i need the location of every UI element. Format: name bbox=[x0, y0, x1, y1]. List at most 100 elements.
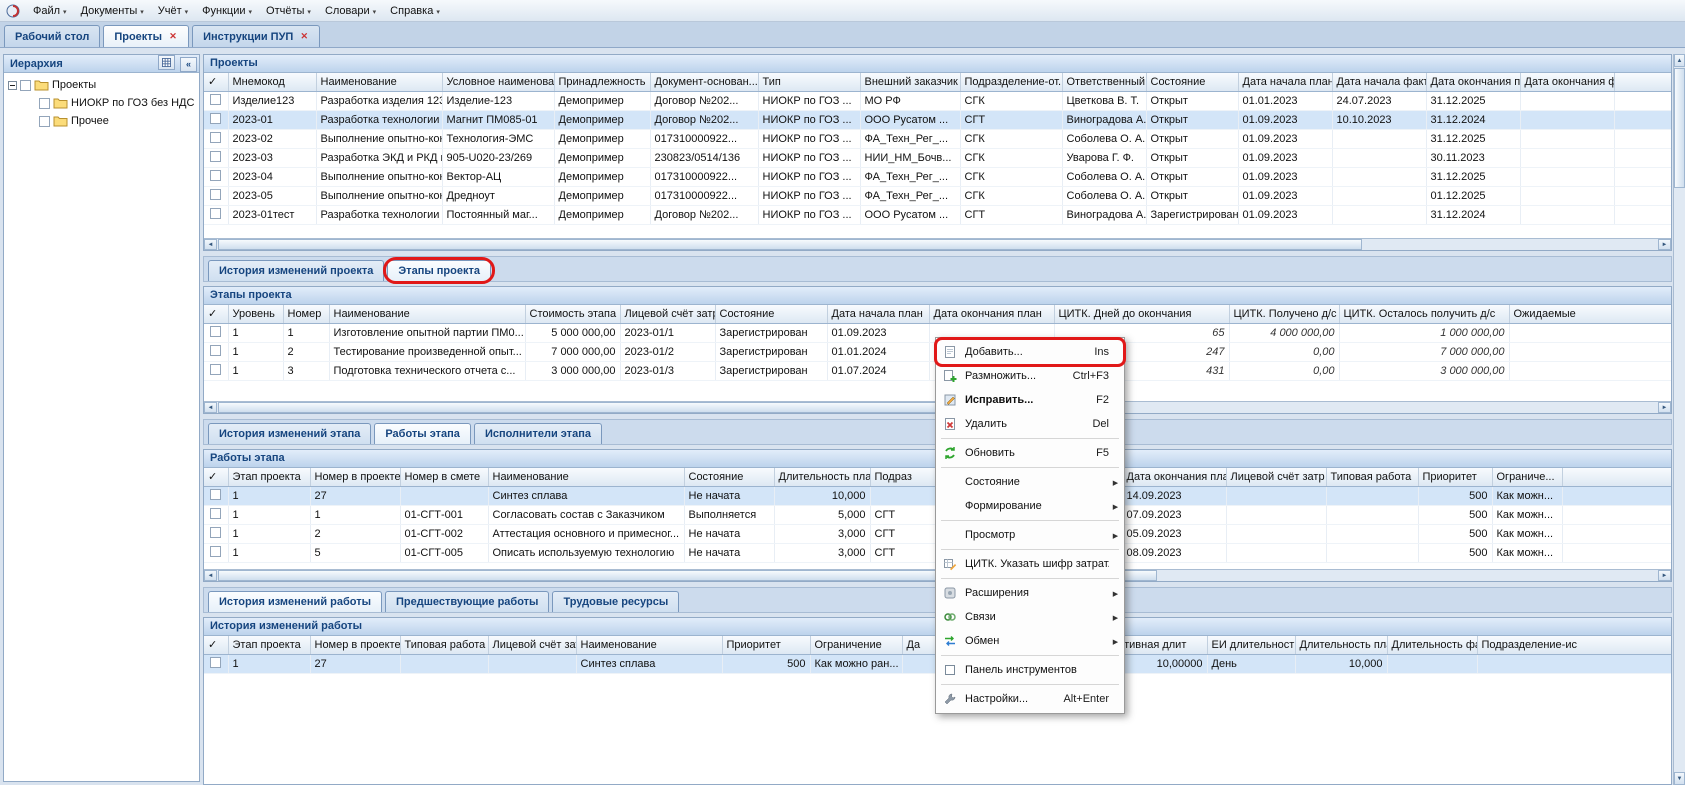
column-header[interactable] bbox=[1614, 73, 1671, 91]
column-header[interactable]: Этап проекта bbox=[228, 636, 310, 654]
column-header[interactable]: Состояние bbox=[1146, 73, 1238, 91]
row-checkbox[interactable] bbox=[210, 113, 221, 124]
context-menu-item[interactable]: Обмен bbox=[938, 629, 1122, 653]
context-menu-item[interactable]: ОбновитьF5 bbox=[938, 441, 1122, 465]
column-header[interactable]: Внешний заказчик bbox=[860, 73, 960, 91]
column-header[interactable]: Длительность пла bbox=[1295, 636, 1387, 654]
column-header[interactable]: Документ-основан... bbox=[650, 73, 758, 91]
row-checkbox[interactable] bbox=[210, 364, 221, 375]
column-header[interactable]: Уровень bbox=[228, 305, 283, 323]
row-checkbox[interactable] bbox=[210, 132, 221, 143]
table-row[interactable]: 2023-01Разработка технологии и...Магнит … bbox=[204, 110, 1671, 129]
column-header[interactable]: Дата начала план bbox=[827, 305, 929, 323]
context-menu-item[interactable]: Состояние bbox=[938, 470, 1122, 494]
column-header[interactable]: Состояние bbox=[715, 305, 827, 323]
row-checkbox[interactable] bbox=[210, 657, 221, 668]
column-header[interactable]: Дата окончания план bbox=[1122, 468, 1226, 486]
menubar-item[interactable]: Словари bbox=[318, 3, 383, 19]
row-checkbox[interactable] bbox=[210, 208, 221, 219]
row-checkbox[interactable] bbox=[210, 189, 221, 200]
context-menu-item[interactable]: Расширения bbox=[938, 581, 1122, 605]
column-header[interactable]: Лицевой счёт затрат. bbox=[620, 305, 715, 323]
context-menu-item[interactable]: Исправить...F2 bbox=[938, 388, 1122, 412]
column-header[interactable]: ЕИ длительности bbox=[1207, 636, 1295, 654]
scrollbar-track[interactable] bbox=[1363, 239, 1658, 250]
column-header[interactable]: Наименование bbox=[488, 468, 684, 486]
close-tab-icon[interactable] bbox=[299, 32, 309, 42]
column-header[interactable]: Наименование bbox=[316, 73, 442, 91]
column-header[interactable]: Этап проекта bbox=[228, 468, 310, 486]
hierarchy-grid-button[interactable] bbox=[158, 55, 175, 70]
column-header[interactable]: Условное наименова bbox=[442, 73, 554, 91]
column-header[interactable]: Длительность фак bbox=[1387, 636, 1477, 654]
table-row[interactable]: 2023-05Выполнение опытно-конс...Дредноут… bbox=[204, 186, 1671, 205]
column-header[interactable]: Состояние bbox=[684, 468, 774, 486]
subtab[interactable]: Этапы проекта bbox=[387, 260, 491, 281]
scroll-left-icon[interactable] bbox=[204, 570, 217, 581]
column-header[interactable]: Дата окончания план bbox=[929, 305, 1054, 323]
main-tab[interactable]: Проекты bbox=[103, 25, 189, 47]
column-header[interactable]: Приоритет bbox=[722, 636, 810, 654]
scrollbar-track[interactable] bbox=[1674, 189, 1685, 772]
menubar-item[interactable]: Файл bbox=[26, 3, 74, 19]
subtab[interactable]: Исполнители этапа bbox=[474, 423, 602, 444]
column-header[interactable]: Дата окончания ф... bbox=[1520, 73, 1614, 91]
column-header[interactable]: Типовая работа bbox=[1326, 468, 1418, 486]
context-menu-item[interactable]: Формирование bbox=[938, 494, 1122, 518]
context-menu-item[interactable]: Добавить...Ins bbox=[938, 340, 1122, 364]
scroll-right-icon[interactable] bbox=[1658, 402, 1671, 413]
main-tab[interactable]: Инструкции ПУП bbox=[192, 25, 320, 47]
context-menu-item[interactable]: ЦИТК. Указать шифр затрат... bbox=[938, 552, 1122, 576]
row-checkbox[interactable] bbox=[210, 326, 221, 337]
scroll-down-icon[interactable] bbox=[1674, 772, 1685, 785]
column-header[interactable]: Дата начала факт. bbox=[1332, 73, 1426, 91]
row-checkbox[interactable] bbox=[210, 94, 221, 105]
column-header[interactable]: ЦИТК. Получено д/с bbox=[1229, 305, 1339, 323]
row-checkbox[interactable] bbox=[210, 508, 221, 519]
column-header[interactable]: Ожидаемые bbox=[1509, 305, 1671, 323]
column-header[interactable]: ✓ bbox=[204, 305, 228, 323]
column-header[interactable]: Мнемокод bbox=[228, 73, 316, 91]
column-header[interactable]: Типовая работа bbox=[400, 636, 488, 654]
column-header[interactable]: Номер в проекте bbox=[310, 636, 400, 654]
subtab[interactable]: Работы этапа bbox=[374, 423, 471, 444]
scroll-left-icon[interactable] bbox=[204, 402, 217, 413]
scrollbar-track[interactable] bbox=[1158, 570, 1658, 581]
scrollbar-thumb[interactable] bbox=[218, 239, 1362, 250]
column-header[interactable]: Подразделение-ис bbox=[1477, 636, 1671, 654]
row-checkbox[interactable] bbox=[210, 151, 221, 162]
scrollbar-track[interactable] bbox=[1041, 402, 1658, 413]
collapse-node-icon[interactable] bbox=[8, 81, 17, 90]
subtab[interactable]: История изменений этапа bbox=[208, 423, 371, 444]
context-menu-item[interactable]: Панель инструментов bbox=[938, 658, 1122, 682]
table-row[interactable]: 2023-01тестРазработка технологии и...Пос… bbox=[204, 205, 1671, 224]
scroll-right-icon[interactable] bbox=[1658, 239, 1671, 250]
subtab[interactable]: Предшествующие работы bbox=[385, 591, 549, 612]
table-row[interactable]: 2023-03Разработка ЭКД и РКД н...905-U020… bbox=[204, 148, 1671, 167]
tree-item[interactable]: Проекты bbox=[4, 76, 199, 94]
column-header[interactable]: Ограничение bbox=[810, 636, 902, 654]
menubar-item[interactable]: Отчёты bbox=[259, 3, 318, 19]
tree-checkbox[interactable] bbox=[39, 116, 50, 127]
menubar-item[interactable]: Справка bbox=[383, 3, 447, 19]
row-checkbox[interactable] bbox=[210, 170, 221, 181]
subtab[interactable]: История изменений проекта bbox=[208, 260, 384, 281]
column-header[interactable]: Подразделение-от... bbox=[960, 73, 1062, 91]
column-header[interactable] bbox=[1562, 468, 1671, 486]
close-tab-icon[interactable] bbox=[168, 32, 178, 42]
column-header[interactable]: Ограниче... bbox=[1492, 468, 1562, 486]
menubar-item[interactable]: Документы bbox=[74, 3, 151, 19]
table-row[interactable]: 2023-04Выполнение опытно-конс...Вектор-А… bbox=[204, 167, 1671, 186]
column-header[interactable]: Стоимость этапа bbox=[525, 305, 620, 323]
tree-item[interactable]: НИОКР по ГОЗ без НДС bbox=[4, 94, 199, 112]
context-menu-item[interactable]: Связи bbox=[938, 605, 1122, 629]
tree-item[interactable]: Прочее bbox=[4, 112, 199, 130]
main-tab[interactable]: Рабочий стол bbox=[4, 25, 100, 47]
column-header[interactable]: Дата начала план. bbox=[1238, 73, 1332, 91]
table-row[interactable]: Изделие123Разработка изделия 123Изделие-… bbox=[204, 91, 1671, 110]
scrollbar-thumb[interactable] bbox=[1674, 68, 1685, 188]
row-checkbox[interactable] bbox=[210, 546, 221, 557]
column-header[interactable]: ЦИТК. Дней до окончания bbox=[1054, 305, 1229, 323]
column-header[interactable]: Номер в проекте bbox=[310, 468, 400, 486]
context-menu-item[interactable]: УдалитьDel bbox=[938, 412, 1122, 436]
